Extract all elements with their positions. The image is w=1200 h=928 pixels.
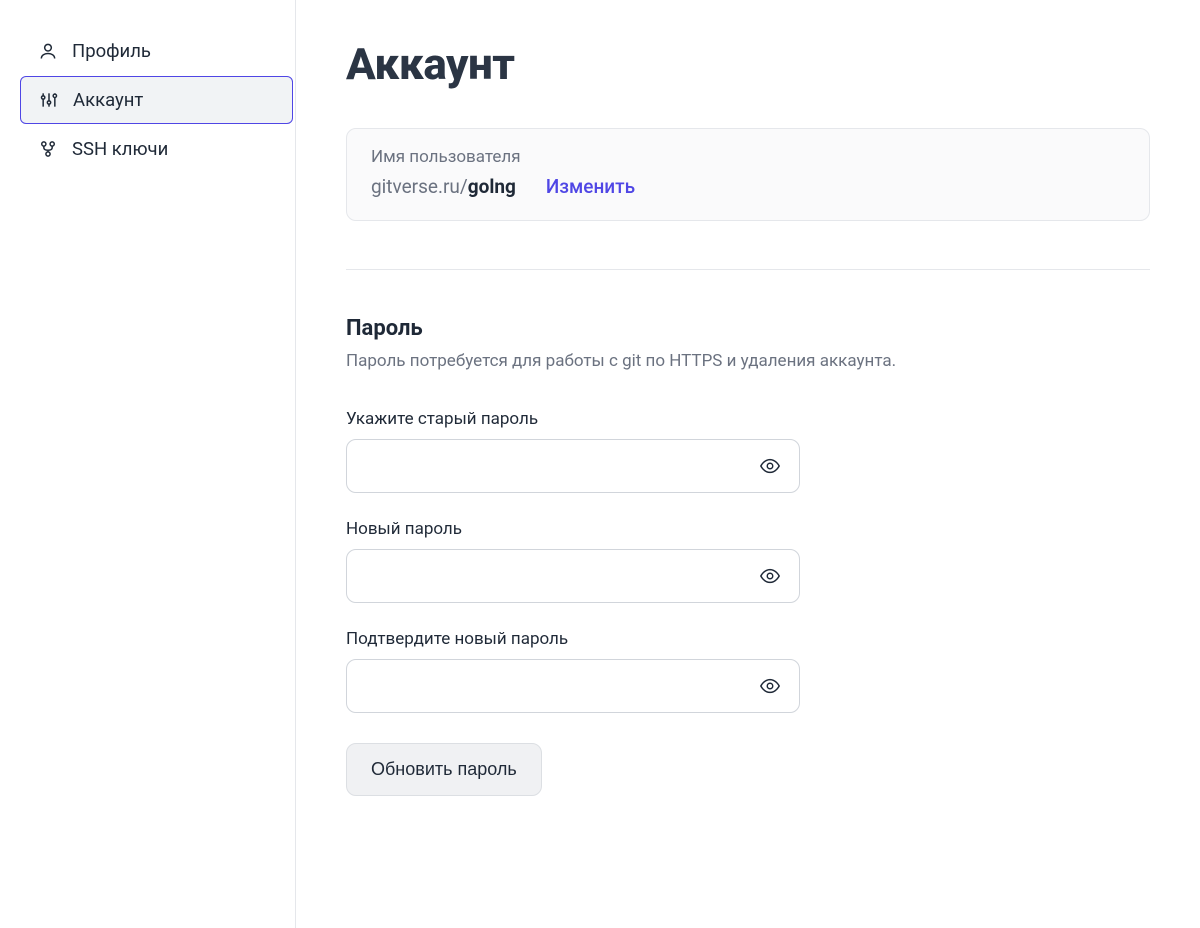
sidebar-item-label: Аккаунт bbox=[73, 89, 143, 111]
sidebar-item-label: Профиль bbox=[72, 40, 151, 62]
username-card: Имя пользователя gitverse.ru/golng Измен… bbox=[346, 128, 1150, 221]
page-title: Аккаунт bbox=[346, 38, 1150, 90]
sliders-icon bbox=[39, 90, 59, 110]
old-password-input[interactable] bbox=[346, 439, 800, 493]
old-password-group: Укажите старый пароль bbox=[346, 409, 1150, 493]
sidebar-item-label: SSH ключи bbox=[72, 138, 168, 160]
section-divider bbox=[346, 269, 1150, 270]
sidebar-item-profile[interactable]: Профиль bbox=[20, 28, 295, 74]
password-section-desc: Пароль потребуется для работы с git по H… bbox=[346, 351, 1150, 371]
key-fork-icon bbox=[38, 139, 58, 159]
eye-icon[interactable] bbox=[758, 454, 782, 478]
confirm-password-group: Подтвердите новый пароль bbox=[346, 629, 1150, 713]
password-section-title: Пароль bbox=[346, 316, 1150, 341]
confirm-password-input-wrap bbox=[346, 659, 800, 713]
confirm-password-input[interactable] bbox=[346, 659, 800, 713]
update-password-button[interactable]: Обновить пароль bbox=[346, 743, 542, 796]
old-password-input-wrap bbox=[346, 439, 800, 493]
username-value: golng bbox=[468, 175, 516, 198]
sidebar-item-ssh-keys[interactable]: SSH ключи bbox=[20, 126, 295, 172]
settings-sidebar: Профиль Аккаунт SSH ключи bbox=[0, 0, 296, 928]
new-password-input-wrap bbox=[346, 549, 800, 603]
new-password-label: Новый пароль bbox=[346, 519, 1150, 539]
eye-icon[interactable] bbox=[758, 564, 782, 588]
eye-icon[interactable] bbox=[758, 674, 782, 698]
change-username-link[interactable]: Изменить bbox=[546, 175, 635, 198]
confirm-password-label: Подтвердите новый пароль bbox=[346, 629, 1150, 649]
new-password-group: Новый пароль bbox=[346, 519, 1150, 603]
user-icon bbox=[38, 41, 58, 61]
username-full: gitverse.ru/golng bbox=[371, 175, 516, 198]
username-card-label: Имя пользователя bbox=[371, 147, 1125, 167]
username-prefix: gitverse.ru/ bbox=[371, 175, 468, 198]
old-password-label: Укажите старый пароль bbox=[346, 409, 1150, 429]
sidebar-item-account[interactable]: Аккаунт bbox=[20, 76, 293, 124]
main-content: Аккаунт Имя пользователя gitverse.ru/gol… bbox=[296, 0, 1200, 928]
username-line: gitverse.ru/golng Изменить bbox=[371, 175, 1125, 198]
new-password-input[interactable] bbox=[346, 549, 800, 603]
